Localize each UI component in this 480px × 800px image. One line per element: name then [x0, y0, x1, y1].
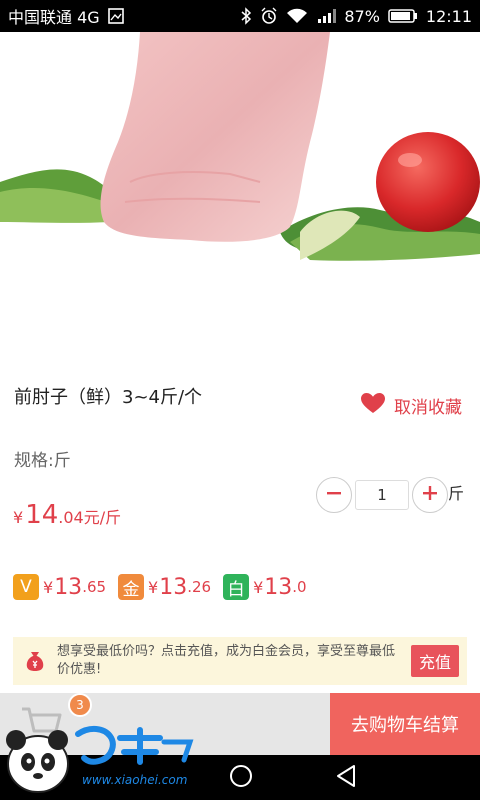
bluetooth-icon [240, 7, 252, 25]
wifi-icon [286, 8, 308, 24]
checkout-button[interactable]: 去购物车结算 [330, 693, 480, 755]
unit-label: 斤 [448, 484, 465, 503]
cancel-favorite-label: 取消收藏 [394, 398, 462, 418]
promo-text: 想享受最低价吗？点击充值，成为白金会员，享受至尊最低价优惠! [57, 644, 396, 677]
member-price-decimal: .0 [292, 578, 307, 596]
member-price-currency: ¥ [253, 577, 264, 597]
product-image [0, 32, 480, 360]
price-currency: ¥ [13, 508, 24, 527]
price-integer: 14 [25, 500, 59, 530]
recharge-button[interactable]: 充值 [410, 645, 459, 677]
vip-badge: V [13, 574, 39, 600]
carrier-label: 中国联通 4G [8, 8, 100, 27]
gold-badge: 金 [118, 574, 145, 600]
member-prices: V ¥ 13 .65 金 ¥ 13 .26 白 ¥ 13 .0 [13, 574, 319, 600]
status-right: 87% 12:11 [240, 7, 472, 26]
alarm-icon [260, 7, 278, 25]
member-price-decimal: .65 [82, 578, 107, 596]
cancel-favorite-button[interactable]: 取消收藏 [360, 392, 462, 419]
member-price-integer: 13 [159, 574, 188, 600]
member-price-platinum: 白 ¥ 13 .0 [223, 574, 307, 600]
battery-percent: 87% [344, 6, 380, 26]
image-icon [107, 8, 124, 24]
quantity-stepper [316, 477, 448, 513]
member-price-vip: V ¥ 13 .65 [13, 574, 106, 600]
status-bar: 中国联通 4G 87% 12:11 [0, 0, 480, 32]
price: ¥ 14 .04元/斤 [13, 500, 121, 530]
cart-count-badge: 3 [68, 693, 92, 717]
minus-icon [326, 485, 342, 505]
status-left: 中国联通 4G [8, 4, 124, 28]
home-nav-button[interactable] [228, 763, 254, 793]
product-title: 前肘子（鲜）3~4斤/个 [14, 387, 203, 408]
member-price-gold: 金 ¥ 13 .26 [118, 574, 211, 600]
plus-icon [422, 485, 438, 505]
clock: 12:11 [425, 6, 472, 26]
bottom-action-bar: 3 去购物车结算 [0, 693, 480, 755]
navigation-bar [0, 755, 480, 800]
promo-banner: 想享受最低价吗？点击充值，成为白金会员，享受至尊最低价优惠! 充值 [13, 637, 467, 685]
decrement-button[interactable] [316, 477, 352, 513]
member-price-decimal: .26 [187, 578, 212, 596]
spec-label: 规格:斤 [14, 451, 71, 471]
battery-icon [388, 8, 418, 24]
cart-icon [20, 707, 64, 749]
heart-icon [360, 392, 386, 419]
back-nav-button[interactable] [334, 763, 360, 793]
signal-icon [316, 8, 337, 24]
increment-button[interactable] [412, 477, 448, 513]
member-price-currency: ¥ [148, 577, 159, 597]
platinum-badge: 白 [223, 574, 250, 600]
member-price-currency: ¥ [43, 577, 54, 597]
price-decimal: .04元/斤 [58, 508, 122, 527]
member-price-integer: 13 [54, 574, 83, 600]
cart-button[interactable] [20, 705, 74, 745]
money-bag-icon [23, 649, 47, 673]
member-price-integer: 13 [264, 574, 293, 600]
quantity-input[interactable] [355, 480, 409, 510]
